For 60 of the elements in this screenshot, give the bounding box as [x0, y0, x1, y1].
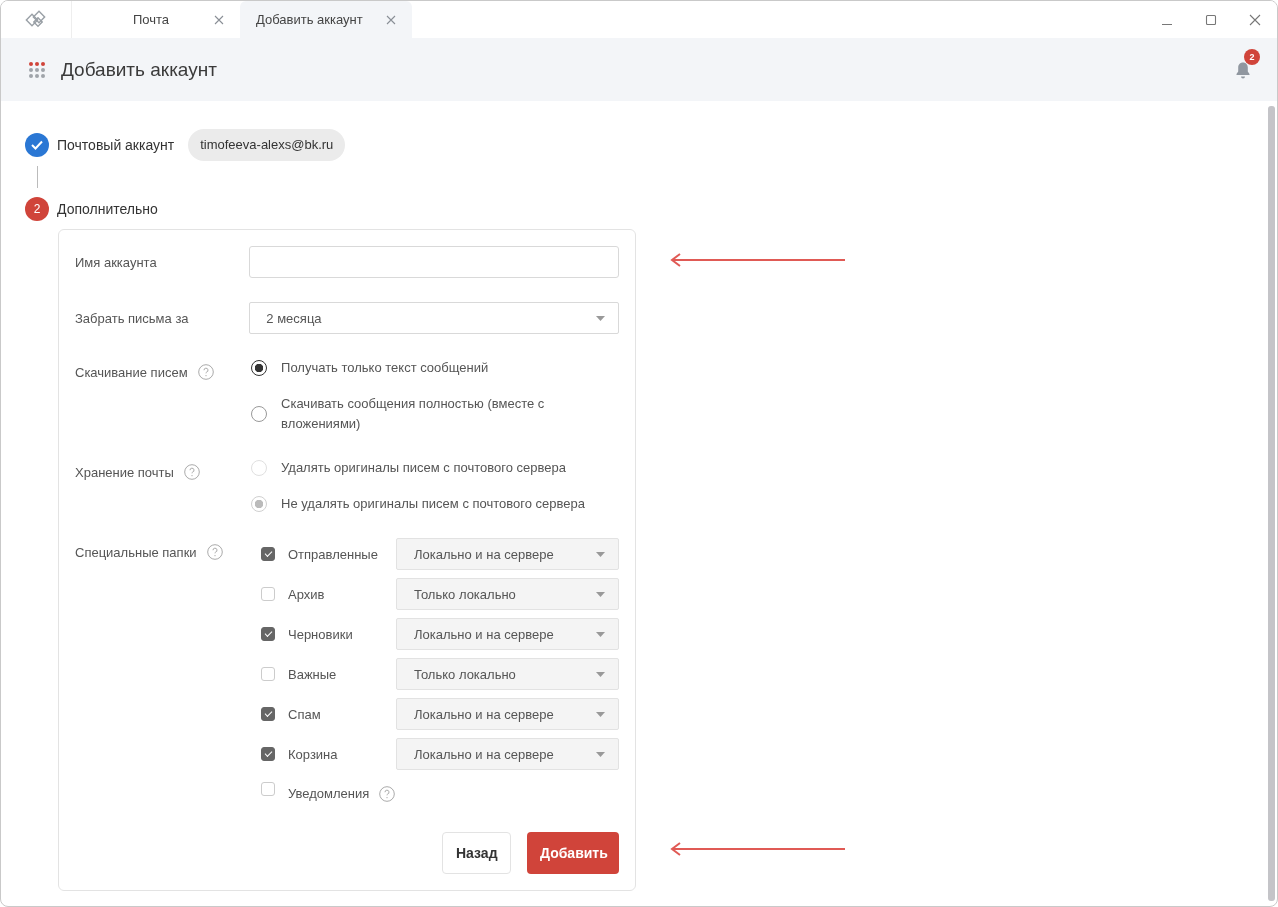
caret-icon	[596, 591, 605, 597]
radio-label: Получать только текст сообщений	[281, 359, 489, 377]
caret-icon	[596, 551, 605, 557]
sync-mode-dropdown[interactable]: Локально и на сервере	[396, 538, 619, 570]
arrow-icon	[670, 253, 846, 267]
folder-label: Отправленные	[288, 546, 379, 562]
folder-label: Спам	[288, 706, 322, 722]
radio-label: Не удалять оригиналы писем с почтового сервера	[281, 495, 585, 513]
sync-mode-dropdown[interactable]: Локально и на сервере	[396, 698, 619, 730]
sync-mode-dropdown[interactable]: Только локально	[396, 658, 619, 690]
close-icon[interactable]	[386, 14, 396, 25]
folder-label: Архив	[288, 586, 326, 602]
apps-grid-icon[interactable]	[28, 60, 46, 79]
caret-icon	[596, 751, 605, 757]
bell-icon[interactable]	[1235, 60, 1251, 79]
field-label: Имя аккаунта	[75, 254, 158, 270]
radio-label: Удалять оригиналы писем с почтового сервера	[281, 459, 566, 477]
tab[interactable]: Добавить аккаунт	[240, 1, 412, 38]
checkbox[interactable]	[261, 747, 275, 761]
scrollbar-thumb[interactable]	[1267, 106, 1275, 901]
folder-label: Черновики	[288, 626, 354, 642]
help-icon[interactable]	[183, 464, 200, 480]
sync-mode-dropdown[interactable]: Локально и на сервере	[396, 618, 619, 650]
sync-mode-dropdown[interactable]: Локально и на сервере	[396, 738, 619, 770]
tab[interactable]: Почта	[72, 1, 240, 38]
help-icon[interactable]	[197, 364, 214, 380]
email-chip: timofeeva-alexs@bk.ru	[188, 129, 346, 161]
add-button[interactable]: Добавить	[527, 832, 619, 874]
period-dropdown[interactable]: 2 месяца	[249, 302, 619, 334]
field-label: Скачивание писем	[75, 364, 188, 380]
checkbox[interactable]	[261, 627, 275, 641]
page-title: Добавить аккаунт	[61, 58, 217, 81]
field-label: Забрать письма за	[75, 310, 190, 326]
maximize-icon[interactable]	[1205, 13, 1217, 26]
radio-button[interactable]	[251, 360, 268, 376]
close-icon[interactable]	[1249, 13, 1261, 26]
field-label: Специальные папки	[75, 544, 197, 560]
step-label: Почтовый аккаунт	[57, 137, 175, 153]
help-icon[interactable]	[379, 786, 396, 802]
caret-icon	[596, 315, 605, 321]
notification-badge: 2	[1244, 48, 1260, 65]
folder-label: Важные	[288, 666, 338, 682]
help-icon[interactable]	[206, 544, 223, 560]
checkbox[interactable]	[261, 547, 275, 561]
radio-label: Скачивать сообщения полностью (вместе с вложениями)	[281, 395, 546, 433]
sync-mode-dropdown[interactable]: Только локально	[396, 578, 619, 610]
step-number: 2	[25, 197, 49, 221]
close-icon[interactable]	[214, 14, 224, 25]
checkbox-label: Уведомления	[288, 786, 370, 801]
field-label: Хранение почты	[75, 464, 174, 480]
caret-icon	[596, 631, 605, 637]
caret-icon	[596, 711, 605, 717]
back-button[interactable]: Назад	[442, 832, 511, 874]
arrow-icon	[670, 842, 846, 856]
step-label: Дополнительно	[57, 201, 158, 217]
account-name-field[interactable]	[249, 246, 619, 278]
folder-label: Корзина	[288, 746, 339, 762]
app-logo-icon	[25, 9, 47, 30]
checkbox[interactable]	[261, 707, 275, 721]
caret-icon	[596, 671, 605, 677]
